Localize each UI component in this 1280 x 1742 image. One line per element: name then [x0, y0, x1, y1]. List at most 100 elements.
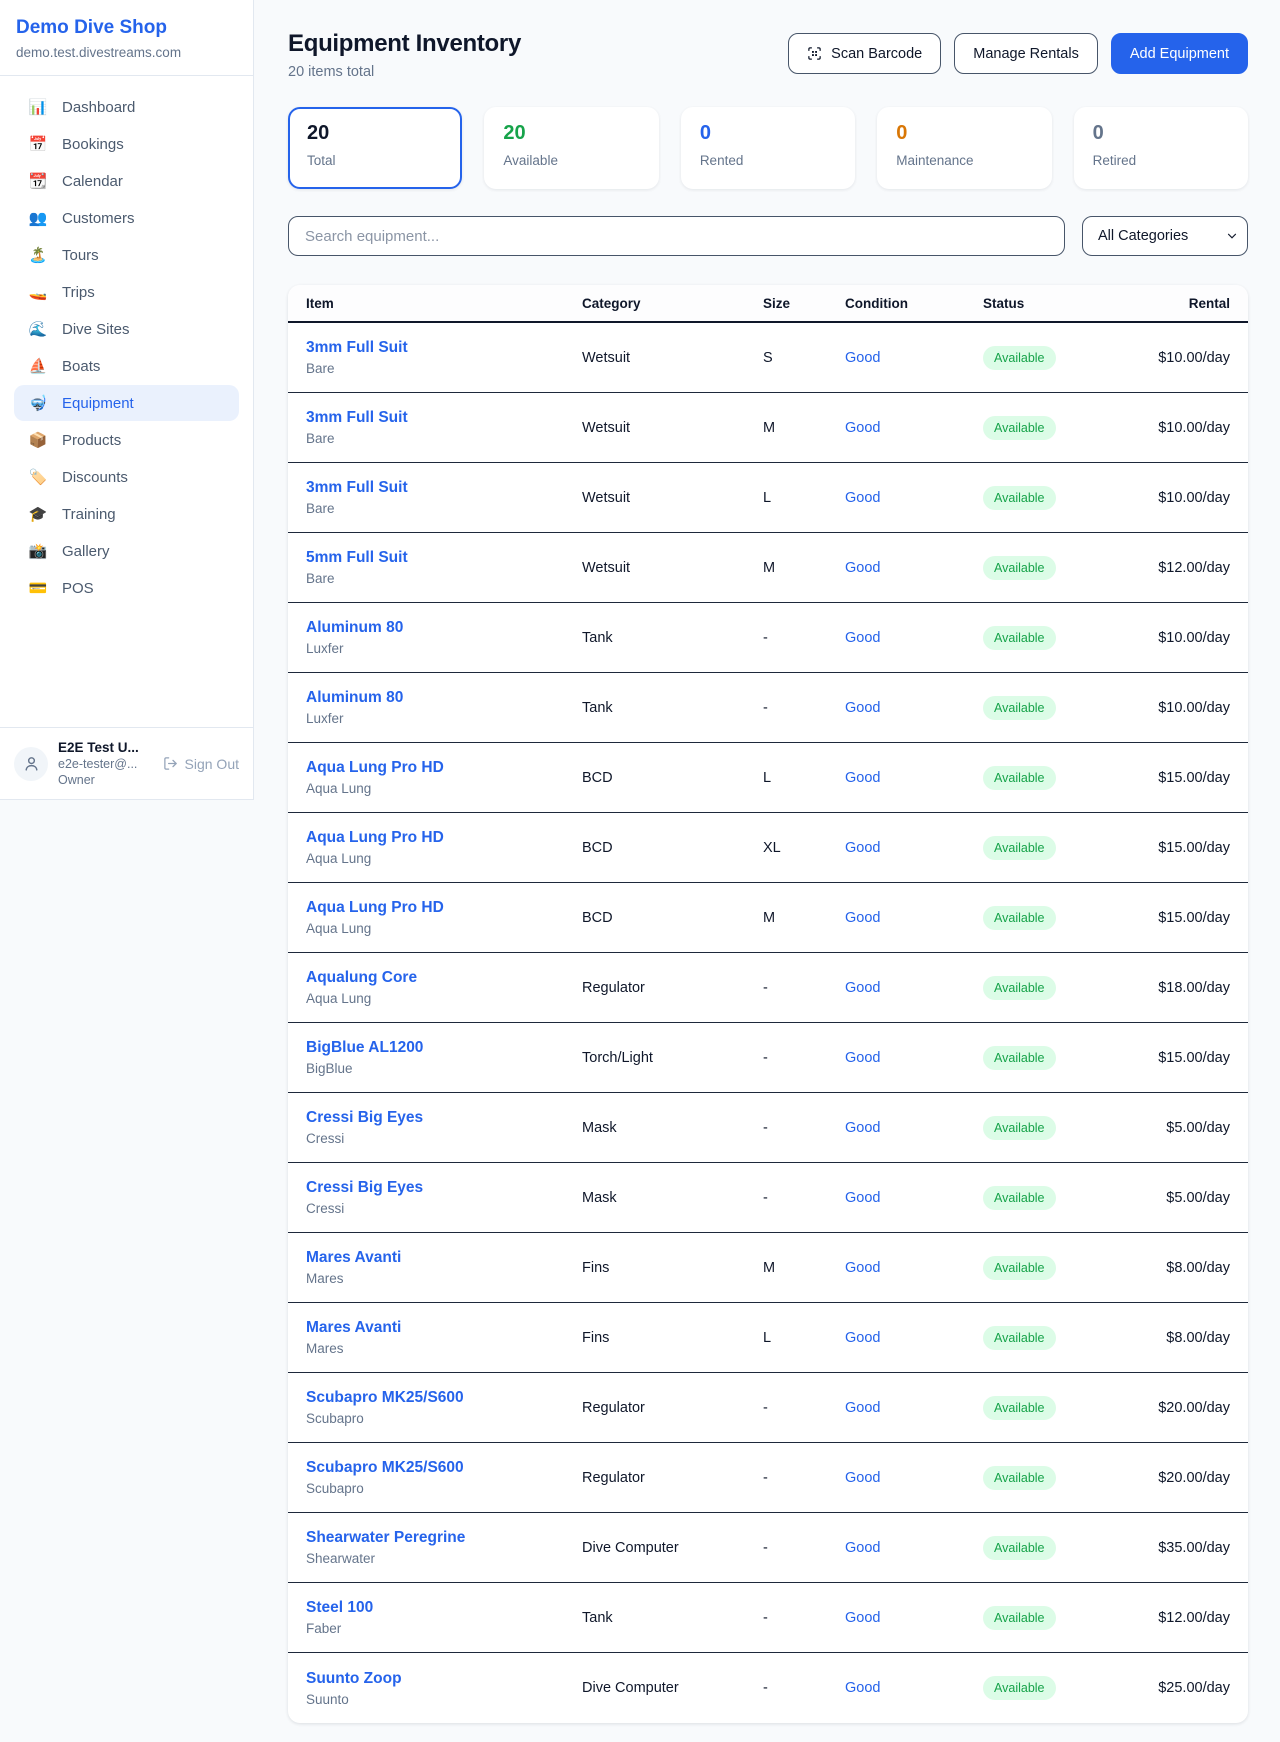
sidebar-item-products[interactable]: 📦 Products [14, 422, 239, 458]
sidebar-item-label: Customers [62, 210, 135, 227]
condition-link[interactable]: Good [845, 1120, 880, 1136]
rental-cell: $10.00/day [1098, 700, 1230, 716]
sidebar-item-boats[interactable]: ⛵ Boats [14, 348, 239, 384]
stat-card-total[interactable]: 20 Total [288, 107, 462, 189]
condition-link[interactable]: Good [845, 420, 880, 436]
item-name-link[interactable]: Cressi Big Eyes [306, 1109, 582, 1127]
condition-link[interactable]: Good [845, 1050, 880, 1066]
item-name-link[interactable]: Steel 100 [306, 1599, 582, 1617]
status-badge: Available [983, 1256, 1056, 1280]
condition-link[interactable]: Good [845, 630, 880, 646]
sidebar-item-dive-sites[interactable]: 🌊 Dive Sites [14, 311, 239, 347]
rental-cell: $15.00/day [1098, 840, 1230, 856]
condition-link[interactable]: Good [845, 840, 880, 856]
sidebar-item-label: Gallery [62, 543, 110, 560]
search-input[interactable] [288, 216, 1065, 256]
stat-card-maintenance[interactable]: 0 Maintenance [877, 107, 1051, 189]
item-brand: Aqua Lung [306, 781, 582, 796]
island-icon: 🏝️ [28, 246, 48, 264]
sidebar-item-bookings[interactable]: 📅 Bookings [14, 126, 239, 162]
size-cell: L [763, 770, 845, 786]
filter-row: All Categories [288, 216, 1248, 256]
item-brand: Bare [306, 361, 582, 376]
condition-link[interactable]: Good [845, 1610, 880, 1626]
sidebar-item-equipment[interactable]: 🤿 Equipment [14, 385, 239, 421]
item-name-link[interactable]: 3mm Full Suit [306, 479, 582, 497]
condition-link[interactable]: Good [845, 770, 880, 786]
page-header: Equipment Inventory 20 items total Scan … [288, 30, 1248, 80]
item-name-link[interactable]: 5mm Full Suit [306, 549, 582, 567]
item-cell: Shearwater Peregrine Shearwater [306, 1529, 582, 1566]
manage-rentals-button[interactable]: Manage Rentals [954, 33, 1098, 74]
condition-link[interactable]: Good [845, 1260, 880, 1276]
sign-out-button[interactable]: Sign Out [163, 756, 239, 772]
sidebar-item-trips[interactable]: 🚤 Trips [14, 274, 239, 310]
condition-link[interactable]: Good [845, 1680, 880, 1696]
item-name-link[interactable]: Aqua Lung Pro HD [306, 899, 582, 917]
condition-link[interactable]: Good [845, 560, 880, 576]
condition-link[interactable]: Good [845, 1330, 880, 1346]
item-cell: Cressi Big Eyes Cressi [306, 1109, 582, 1146]
stat-card-available[interactable]: 20 Available [484, 107, 658, 189]
condition-link[interactable]: Good [845, 1190, 880, 1206]
stats-row: 20 Total 20 Available 0 Rented 0 Mainten… [288, 107, 1248, 189]
item-name-link[interactable]: Aqua Lung Pro HD [306, 829, 582, 847]
sidebar-item-calendar[interactable]: 📆 Calendar [14, 163, 239, 199]
sidebar-item-pos[interactable]: 💳 POS [14, 570, 239, 606]
items-total-count: 20 items total [288, 64, 521, 80]
stat-value: 0 [700, 122, 836, 145]
item-brand: Scubapro [306, 1411, 582, 1426]
sidebar-item-label: Trips [62, 284, 95, 301]
table-row: 3mm Full Suit Bare Wetsuit L Good Availa… [288, 463, 1248, 533]
scan-barcode-button[interactable]: Scan Barcode [788, 33, 941, 74]
stat-label: Rented [700, 153, 836, 168]
item-name-link[interactable]: Scubapro MK25/S600 [306, 1389, 582, 1407]
item-name-link[interactable]: Scubapro MK25/S600 [306, 1459, 582, 1477]
condition-link[interactable]: Good [845, 350, 880, 366]
status-badge: Available [983, 1606, 1056, 1630]
item-name-link[interactable]: Aluminum 80 [306, 689, 582, 707]
size-cell: M [763, 910, 845, 926]
sidebar-item-discounts[interactable]: 🏷️ Discounts [14, 459, 239, 495]
item-name-link[interactable]: 3mm Full Suit [306, 409, 582, 427]
stat-card-retired[interactable]: 0 Retired [1074, 107, 1248, 189]
condition-link[interactable]: Good [845, 1400, 880, 1416]
condition-cell: Good [845, 1049, 983, 1067]
add-equipment-button[interactable]: Add Equipment [1111, 33, 1248, 74]
item-name-link[interactable]: Aqualung Core [306, 969, 582, 987]
condition-cell: Good [845, 1469, 983, 1487]
condition-link[interactable]: Good [845, 980, 880, 996]
category-select[interactable]: All Categories [1082, 216, 1248, 256]
item-name-link[interactable]: Aqua Lung Pro HD [306, 759, 582, 777]
sidebar-item-label: Equipment [62, 395, 134, 412]
item-brand: Aqua Lung [306, 991, 582, 1006]
item-cell: 3mm Full Suit Bare [306, 479, 582, 516]
condition-link[interactable]: Good [845, 910, 880, 926]
stat-card-rented[interactable]: 0 Rented [681, 107, 855, 189]
sidebar-item-dashboard[interactable]: 📊 Dashboard [14, 89, 239, 125]
sidebar-item-training[interactable]: 🎓 Training [14, 496, 239, 532]
rental-cell: $10.00/day [1098, 490, 1230, 506]
condition-link[interactable]: Good [845, 1540, 880, 1556]
sidebar-item-customers[interactable]: 👥 Customers [14, 200, 239, 236]
user-email: e2e-tester@... [58, 757, 153, 771]
sidebar-item-gallery[interactable]: 📸 Gallery [14, 533, 239, 569]
item-name-link[interactable]: Mares Avanti [306, 1249, 582, 1267]
item-name-link[interactable]: Mares Avanti [306, 1319, 582, 1337]
sidebar-item-tours[interactable]: 🏝️ Tours [14, 237, 239, 273]
condition-link[interactable]: Good [845, 1470, 880, 1486]
item-name-link[interactable]: 3mm Full Suit [306, 339, 582, 357]
condition-cell: Good [845, 1119, 983, 1137]
item-name-link[interactable]: BigBlue AL1200 [306, 1039, 582, 1057]
sidebar-item-label: Bookings [62, 136, 124, 153]
item-name-link[interactable]: Shearwater Peregrine [306, 1529, 582, 1547]
item-name-link[interactable]: Aluminum 80 [306, 619, 582, 637]
condition-link[interactable]: Good [845, 700, 880, 716]
column-header-condition: Condition [845, 296, 983, 311]
item-name-link[interactable]: Suunto Zoop [306, 1670, 582, 1688]
item-name-link[interactable]: Cressi Big Eyes [306, 1179, 582, 1197]
stat-label: Total [307, 153, 443, 168]
condition-link[interactable]: Good [845, 490, 880, 506]
sidebar-item-label: Calendar [62, 173, 123, 190]
table-row: Aqua Lung Pro HD Aqua Lung BCD L Good Av… [288, 743, 1248, 813]
